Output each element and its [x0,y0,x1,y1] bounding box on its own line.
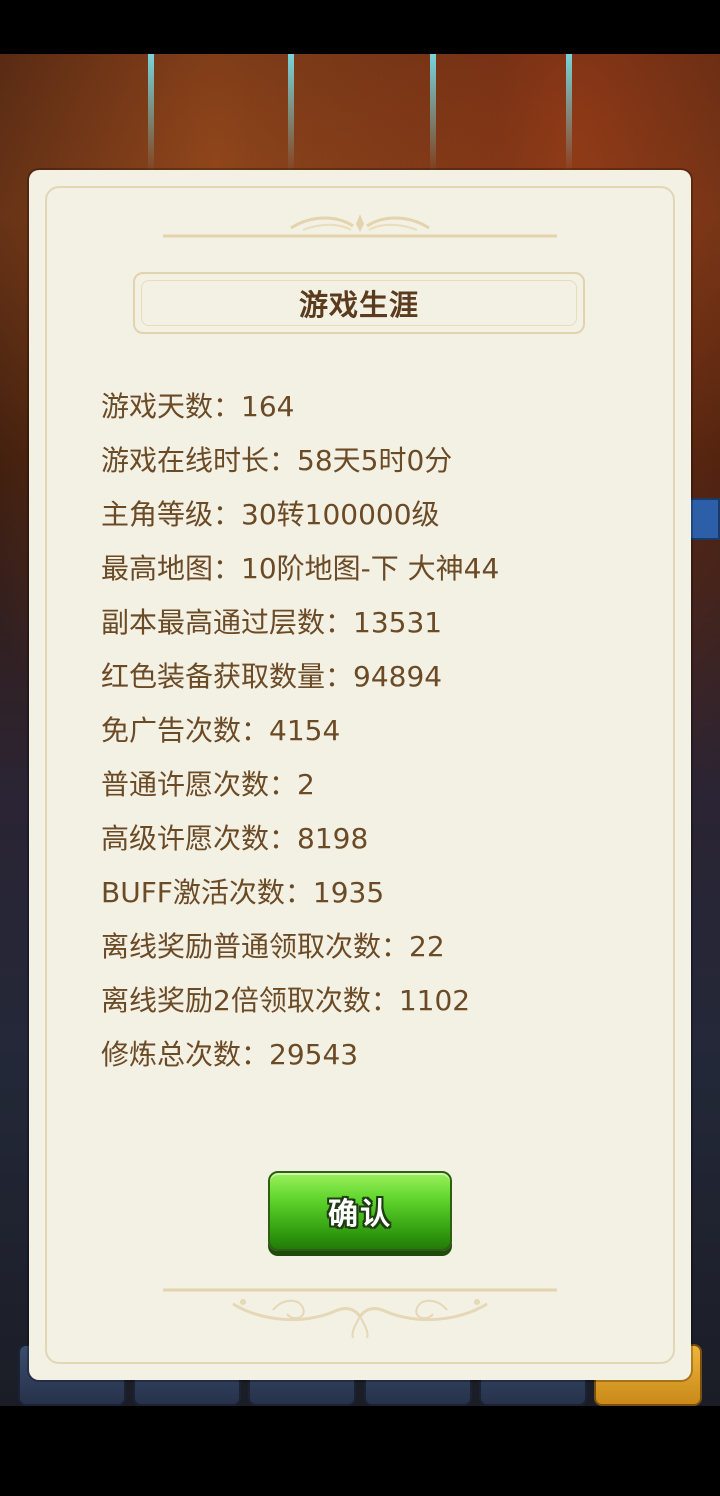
stat-ad-free-count: 免广告次数：4154 [101,714,341,747]
bottom-ornament-icon [163,1288,557,1339]
stat-cultivation-total: 修炼总次数：29543 [101,1038,359,1071]
background-light-beam [148,54,154,174]
stat-offline-double-claims: 离线奖励2倍领取次数：1102 [101,984,471,1017]
dialog-title: 游戏生涯 [298,288,419,322]
career-dialog: 游戏生涯 游戏天数：164 游戏在线时长：58天5时0分 主角等级：30转100… [29,170,691,1380]
stat-red-equipment: 红色装备获取数量：94894 [101,660,443,693]
background-light-beam [566,54,572,174]
stat-dungeon-floors: 副本最高通过层数：13531 [101,606,443,639]
stat-hero-level: 主角等级：30转100000级 [101,498,440,531]
career-stats-list: 游戏天数：164 游戏在线时长：58天5时0分 主角等级：30转100000级 … [101,382,661,1084]
top-ornament-icon [163,214,557,238]
stat-advanced-wish: 高级许愿次数：8198 [101,822,369,855]
stat-normal-wish: 普通许愿次数：2 [101,768,315,801]
stat-buff-activations: BUFF激活次数：1935 [101,876,385,909]
background-side-tab [686,498,720,540]
confirm-button[interactable]: 确认 [268,1171,452,1251]
stat-game-days: 游戏天数：164 [101,390,295,423]
confirm-button-label: 确认 [328,1197,392,1232]
background-light-beam [430,54,436,174]
background-light-beam [288,54,294,174]
game-screen: 游戏生涯 游戏天数：164 游戏在线时长：58天5时0分 主角等级：30转100… [0,0,720,1496]
dialog-title-frame: 游戏生涯 [133,272,585,334]
stat-highest-map: 最高地图：10阶地图-下 大神44 [101,552,500,585]
stat-offline-normal-claims: 离线奖励普通领取次数：22 [101,930,445,963]
stat-online-time: 游戏在线时长：58天5时0分 [101,444,453,477]
